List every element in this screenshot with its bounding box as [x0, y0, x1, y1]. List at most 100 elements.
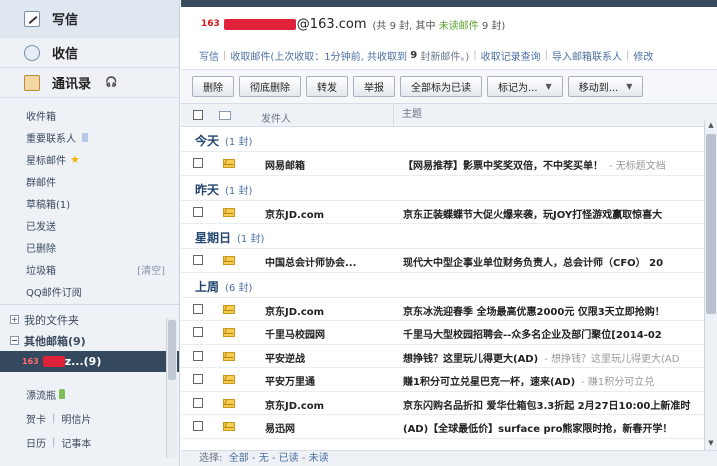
row-checkbox[interactable] [193, 397, 203, 408]
list-scrollbar[interactable]: ▲ ▼ [704, 120, 717, 450]
email-row[interactable]: 平安逆战 想挣钱？这里玩儿得更大(AD) - 想挣钱？这里玩儿得更大(AD [181, 345, 717, 368]
inbox-button[interactable]: 收信 [0, 38, 179, 68]
redacted-mark [42, 356, 65, 367]
star-icon: ★ [70, 152, 80, 166]
sidebar-item-deleted[interactable]: 已删除 [0, 236, 179, 258]
email-row[interactable]: 中国总会计师协会... 现代大中型企事业单位财务负责人，总会计师（CFO） 20 [181, 249, 717, 273]
email-subject[interactable]: 京东闪购名品折扣 爱华仕箱包3.3折起 2月27日10:00上新准时 [403, 397, 690, 412]
sub-toolbar: 写信 | 收取邮件(上次收取：1分钟前, 共收取到 9 封新邮件。) | 收取记录查… [181, 41, 717, 69]
sidebar-item-important-contacts[interactable]: 重要联系人 [0, 126, 179, 148]
purge-button[interactable]: 彻底删除 [239, 76, 301, 97]
move-to-dropdown[interactable]: 移动到... ▼ [567, 76, 644, 97]
email-row[interactable]: 京东JD.com 京东闪购名品折扣 爱华仕箱包3.3折起 2月27日10:00上新… [181, 392, 717, 415]
email-subject[interactable]: 【网易推荐】影票中奖奖双倍，不中奖买单！ - 无标题文档 [403, 157, 666, 172]
select-read-link[interactable]: 已读 [279, 453, 299, 464]
row-checkbox[interactable] [193, 374, 203, 384]
email-subject[interactable]: 京东冰洗迎春季 全场最高优惠2000元 仅限3天立即抢购！ [403, 303, 665, 318]
write-button[interactable]: 写信 [0, 0, 179, 38]
expand-icon[interactable]: + [10, 315, 19, 324]
group-count-link[interactable]: (1 封) [225, 137, 252, 148]
modify-link[interactable]: 修改 [633, 48, 653, 63]
email-subject[interactable]: 现代大中型企事业单位财务负责人，总会计师（CFO） 20 [403, 254, 663, 269]
sidebar-item-starred[interactable]: 星标邮件 ★ [0, 148, 179, 170]
scroll-up-icon[interactable]: ▲ [706, 121, 716, 131]
email-subject[interactable]: 京东正装蝶蝶节大促火爆来袭，玩JOY打怪游戏赢取惊喜大 [403, 206, 662, 221]
scroll-thumb[interactable] [168, 320, 176, 380]
chevron-down-icon: ▼ [626, 82, 633, 91]
group-count-link[interactable]: (1 封) [237, 234, 264, 245]
mark-all-read-button[interactable]: 全部标为已读 [400, 76, 482, 97]
drift-bottle-item[interactable]: 漂流瓶 [0, 382, 179, 406]
unread-envelope-icon [223, 207, 235, 217]
sidebar-item-qq-subscription[interactable]: QQ邮件订阅 [0, 280, 179, 302]
empty-trash-link[interactable]: [清空] [137, 262, 165, 277]
email-sender: 京东JD.com [265, 306, 325, 318]
sidebar-item-label: 星标邮件 [26, 155, 66, 167]
row-checkbox[interactable] [193, 350, 203, 361]
subject-column-header[interactable]: 主题 [393, 104, 422, 126]
other-mailboxes-item[interactable]: − 其他邮箱(9) [0, 330, 179, 351]
notes-link[interactable]: 记事本 [61, 435, 91, 450]
chevron-down-icon: ▼ [545, 82, 552, 91]
receive-link[interactable]: 收取邮件(上次收取：1分钟前, 共收取到 [230, 48, 407, 63]
received-count: 9 [410, 49, 418, 61]
scroll-thumb[interactable] [706, 134, 716, 314]
email-row[interactable]: 网易邮箱 【网易推荐】影票中奖奖双倍，不中奖买单！ - 无标题文档 [181, 152, 717, 176]
row-checkbox[interactable] [193, 255, 203, 265]
contacts-button[interactable]: 通讯录 🎧 [0, 68, 179, 98]
delete-button[interactable]: 删除 [192, 76, 234, 97]
email-row[interactable]: 千里马校园网 千里马大型校园招聘会--众多名企业及部门聚位[2014-02 [181, 321, 717, 345]
unread-link[interactable]: 未读邮件 [439, 21, 479, 32]
select-unread-link[interactable]: 未读 [309, 453, 329, 464]
receive-log-link[interactable]: 收取记录查询 [481, 48, 541, 63]
mail163-logo-icon: 163 [22, 357, 39, 366]
headset-icon[interactable]: 🎧 [105, 77, 117, 88]
email-sender: 京东JD.com [265, 209, 325, 221]
mailbox-header: 163 @163.com (共 9 封, 其中 未读邮件 9 封) [181, 7, 717, 41]
row-checkbox[interactable] [193, 303, 203, 314]
account-163-item[interactable]: 163 z...(9) [0, 351, 179, 372]
group-count-link[interactable]: (1 封) [225, 186, 252, 197]
sidebar-item-group-mail[interactable]: 群邮件 [0, 170, 179, 192]
select-none-link[interactable]: 无 [259, 453, 269, 464]
import-contacts-link[interactable]: 导入邮箱联系人 [552, 48, 622, 63]
select-all-link[interactable]: 全部 [229, 453, 249, 464]
postcard-link[interactable]: 明信片 [61, 411, 91, 426]
collapse-icon[interactable]: − [10, 336, 19, 345]
select-all-checkbox[interactable] [193, 110, 203, 120]
my-folders-item[interactable]: + 我的文件夹 [0, 309, 179, 330]
email-row[interactable]: 京东JD.com 京东冰洗迎春季 全场最高优惠2000元 仅限3天立即抢购！ [181, 298, 717, 321]
sidebar-scrollbar[interactable] [166, 318, 177, 458]
row-checkbox[interactable] [193, 327, 203, 337]
email-row[interactable]: 易迅网 (AD)【全球最低价】surface pro熊家限时抢，新春开学！ [181, 415, 717, 439]
mark-as-dropdown[interactable]: 标记为... ▼ [487, 76, 563, 97]
email-row[interactable]: 京东JD.com 京东正装蝶蝶节大促火爆来袭，玩JOY打怪游戏赢取惊喜大 [181, 201, 717, 224]
action-toolbar: 删除 彻底删除 转发 举报 全部标为已读 标记为... ▼ 移动到... ▼ [181, 69, 717, 103]
email-subject[interactable]: (AD)【全球最低价】surface pro熊家限时抢，新春开学！ [403, 420, 672, 435]
sidebar-item-inbox[interactable]: 收件箱 [0, 104, 179, 126]
contacts-label: 通讯录 [52, 77, 92, 92]
email-subject[interactable]: 想挣钱？这里玩儿得更大(AD) - 想挣钱？这里玩儿得更大(AD [403, 350, 679, 365]
email-subject[interactable]: 赚1积分可立兑星巴克一杯，速来(AD) - 赚1积分可立兑 [403, 373, 654, 388]
email-subject[interactable]: 千里马大型校园招聘会--众多名企业及部门聚位[2014-02 [403, 326, 662, 341]
write-link[interactable]: 写信 [199, 48, 219, 63]
group-label: 星期日 [195, 231, 232, 245]
envelope-column-icon[interactable] [219, 111, 231, 120]
forward-button[interactable]: 转发 [306, 76, 348, 97]
group-count-link[interactable]: (6 封) [225, 283, 252, 294]
sidebar-item-sent[interactable]: 已发送 [0, 214, 179, 236]
card-link[interactable]: 贺卡 [26, 411, 46, 426]
sidebar-item-drafts[interactable]: 草稿箱(1) [0, 192, 179, 214]
sender-column-header[interactable]: 发件人 [261, 110, 291, 125]
row-checkbox[interactable] [193, 421, 203, 431]
sidebar-item-trash[interactable]: 垃圾箱 [清空] [0, 258, 179, 280]
sidebar-item-label: 收件箱 [26, 111, 56, 123]
sidebar-item-label: 重要联系人 [26, 133, 76, 145]
calendar-link[interactable]: 日历 [26, 435, 46, 450]
report-button[interactable]: 举报 [353, 76, 395, 97]
group-header: 昨天 (1 封) [181, 176, 717, 201]
row-checkbox[interactable] [193, 206, 203, 217]
email-row[interactable]: 平安万里通 赚1积分可立兑星巴克一杯，速来(AD) - 赚1积分可立兑 [181, 368, 717, 392]
scroll-down-icon[interactable]: ▼ [706, 439, 716, 449]
row-checkbox[interactable] [193, 158, 203, 168]
